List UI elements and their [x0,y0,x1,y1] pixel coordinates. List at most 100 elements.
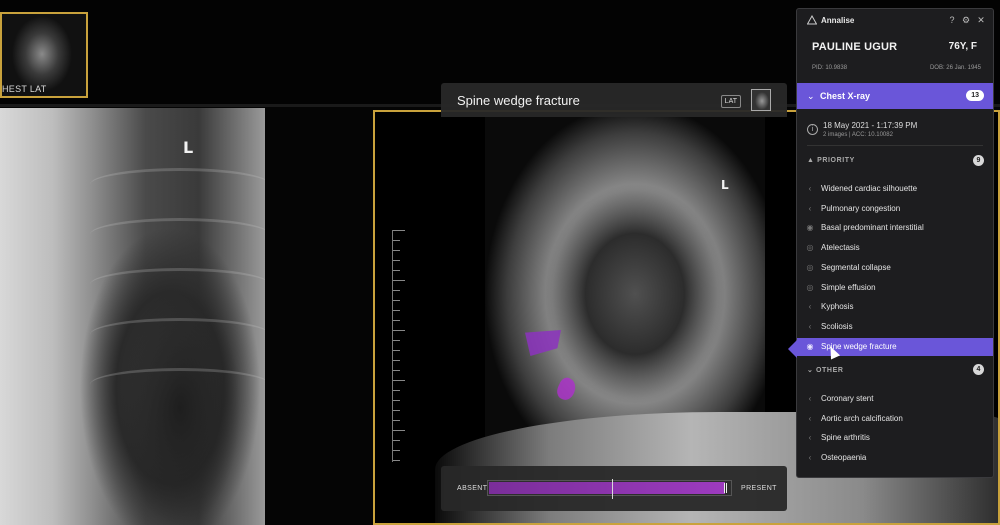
ruler-tick [393,380,405,381]
info-icon: i [807,124,818,135]
finding-item[interactable]: ◉ Spine wedge fracture [797,337,993,356]
other-group-header[interactable]: ⌄ OTHER [807,366,844,374]
chevron-down-icon: ⌄ [807,367,817,374]
finding-label: Coronary stent [821,394,874,403]
ruler-tick [393,340,400,341]
eye-icon[interactable]: ◉ [805,223,815,233]
rib-shadow [90,218,265,251]
view-badge: LAT [720,95,741,108]
finding-item[interactable]: ‹ Aortic arch calcification [797,410,993,428]
ruler-tick [393,400,400,401]
rib-shadow [90,268,265,301]
chevron-left-icon[interactable]: ‹ [805,204,815,214]
ruler-tick [393,230,405,231]
scale-ruler [392,230,407,462]
ruler-tick [393,430,405,431]
finding-label: Spine arthritis [821,433,870,443]
other-count-badge: 4 [973,364,984,375]
ruler-tick [393,260,400,261]
study-datetime: 18 May 2021 - 1:17:39 PM [823,121,918,130]
rib-shadow [90,368,265,401]
finding-item[interactable]: ‹ Scoliosis [797,318,993,336]
close-icon[interactable]: ✕ [976,15,986,25]
frontal-xray-viewport[interactable]: L [0,108,265,525]
warning-icon: ▲ [807,157,818,164]
confidence-fill [489,482,725,494]
ruler-tick [393,390,400,391]
ruler-tick [393,250,400,251]
chevron-down-icon: ⌄ [807,91,815,101]
priority-count-badge: 9 [973,155,984,166]
finding-label: Widened cardiac silhouette [821,184,918,193]
ruler-tick [393,310,400,311]
patient-id: PID: 10.9838 [812,65,848,71]
ruler-tick [393,450,400,451]
finding-item[interactable]: ‹ Coronary stent [797,390,993,408]
study-title: Chest X-ray [820,91,871,101]
eye-slash-icon[interactable]: ◎ [805,263,815,273]
finding-item[interactable]: ‹ Pulmonary congestion [797,200,993,218]
finding-label: Segmental collapse [821,262,891,272]
finding-label: Osteopaenia [821,453,867,463]
panel-divider [807,145,983,146]
finding-label: Scoliosis [821,321,853,331]
finding-label: Basal predominant interstitial [821,223,924,233]
study-header-chest-xray[interactable]: ⌄ Chest X-ray 13 [797,83,993,109]
ruler-tick [393,290,400,291]
eye-slash-icon[interactable]: ◎ [805,283,815,293]
help-icon[interactable]: ? [947,15,957,25]
finding-label: Pulmonary congestion [821,203,901,213]
finding-title-bar: Spine wedge fracture LAT [441,83,787,117]
chevron-left-icon[interactable]: ‹ [805,453,815,463]
finding-item[interactable]: ◎ Simple effusion [797,279,993,297]
finding-item[interactable]: ◎ Atelectasis [797,239,993,257]
thumbnail-label: HEST LAT [2,84,47,94]
finding-label: Kyphosis [821,302,854,312]
view-thumbnail[interactable] [751,89,771,111]
ruler-tick [393,350,400,351]
finding-item[interactable]: ‹ Widened cardiac silhouette [797,180,993,198]
other-label: OTHER [816,367,844,374]
laterality-marker: L [721,178,729,192]
eye-icon[interactable]: ◉ [805,342,815,352]
finding-item[interactable]: ‹ Spine arthritis [797,429,993,447]
priority-group-header[interactable]: ▲ PRIORITY [807,157,855,164]
ruler-tick [393,240,400,241]
rib-shadow [90,168,265,201]
ruler-tick [393,330,405,331]
absent-label: ABSENT [457,485,488,492]
finding-item[interactable]: ◉ Basal predominant interstitial [797,219,993,237]
finding-label: Aortic arch calcification [821,413,903,423]
annalise-logo-icon [807,15,817,25]
finding-item[interactable]: ◎ Segmental collapse [797,259,993,277]
chevron-left-icon[interactable]: ‹ [805,414,815,424]
annalise-panel: Annalise ? ⚙ ✕ PAULINE UGUR 76Y, F PID: … [796,8,994,478]
present-label: PRESENT [741,485,777,492]
ruler-tick [393,410,400,411]
chevron-left-icon[interactable]: ‹ [805,302,815,312]
confidence-panel: ABSENT PRESENT [441,466,787,511]
threshold-marker [612,479,613,499]
settings-icon[interactable]: ⚙ [961,15,971,25]
finding-title: Spine wedge fracture [457,93,580,108]
patient-name: PAULINE UGUR [812,41,898,53]
panel-header: Annalise ? ⚙ ✕ [797,9,993,33]
finding-label: Simple effusion [821,282,876,292]
patient-age-sex: 76Y, F [948,41,977,52]
rib-shadow [90,318,265,351]
ruler-tick [393,360,400,361]
finding-item[interactable]: ‹ Osteopaenia [797,449,993,467]
finding-item[interactable]: ‹ Kyphosis [797,298,993,316]
laterality-marker: L [183,138,194,157]
findings-count-badge: 13 [966,90,984,101]
confidence-indicator [724,483,727,493]
eye-slash-icon[interactable]: ◎ [805,243,815,253]
series-thumbnail-lat[interactable]: HEST LAT [0,12,88,98]
chevron-left-icon[interactable]: ‹ [805,433,815,443]
chevron-left-icon[interactable]: ‹ [805,184,815,194]
ruler-tick [393,440,400,441]
chevron-left-icon[interactable]: ‹ [805,322,815,332]
ruler-tick [393,420,400,421]
chevron-left-icon[interactable]: ‹ [805,394,815,404]
finding-label: Atelectasis [821,243,860,253]
